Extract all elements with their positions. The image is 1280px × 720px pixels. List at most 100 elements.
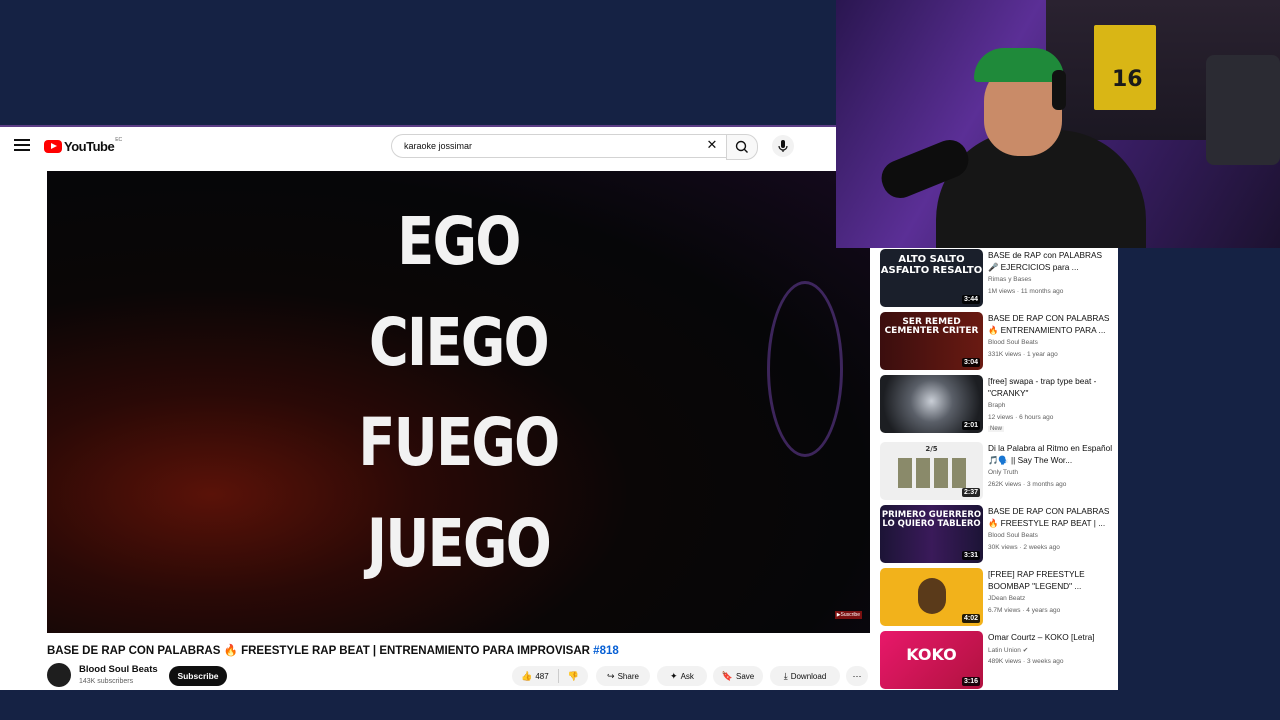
thumbnail-grid-graphic bbox=[898, 458, 966, 488]
share-label: Share bbox=[617, 671, 639, 681]
recommendation-meta: 1M views · 11 months ago bbox=[988, 288, 1064, 295]
search-box[interactable] bbox=[391, 134, 726, 158]
logo-text: YouTube bbox=[64, 138, 115, 154]
ask-label: Ask bbox=[680, 671, 694, 681]
video-thumbnail[interactable]: 2/5 2:37 bbox=[880, 442, 983, 500]
recommendation-item[interactable]: ALTO SALTO ASFALTO RESALTO 3:44 BASE de … bbox=[880, 249, 1116, 307]
thumbs-up-icon[interactable]: 👍 bbox=[521, 671, 532, 682]
youtube-logo[interactable]: YouTube EC bbox=[44, 137, 123, 154]
recommendation-item[interactable]: SER REMED CEMENTER CRITER 3:04 BASE DE R… bbox=[880, 312, 1116, 370]
recommendation-meta: 331K views · 1 year ago bbox=[988, 351, 1058, 358]
masthead: YouTube EC ✕ bbox=[0, 127, 836, 165]
video-thumbnail[interactable]: 2:01 bbox=[880, 375, 983, 433]
recommendation-item[interactable]: 4:02 [FREE] RAP FREESTYLE BOOMBAP "LEGEN… bbox=[880, 568, 1116, 626]
bookmark-icon: 🔖 bbox=[721, 670, 733, 681]
video-thumbnail[interactable]: PRIMERO GUERRERO LO QUIERO TABLERO 3:31 bbox=[880, 505, 983, 563]
subscribe-button[interactable]: Subscribe bbox=[169, 666, 227, 686]
recommendation-meta: 262K views · 3 months ago bbox=[988, 481, 1067, 488]
sparkle-icon: ✦ bbox=[670, 670, 678, 681]
video-thumbnail[interactable]: SER REMED CEMENTER CRITER 3:04 bbox=[880, 312, 983, 370]
video-player[interactable]: EGO CIEGO FUEGO JUEGO ▶Suscribe bbox=[47, 171, 870, 633]
jersey-graphic: 16 bbox=[1094, 25, 1156, 110]
share-button[interactable]: ↪ Share bbox=[596, 666, 650, 686]
search-input[interactable] bbox=[402, 140, 696, 152]
thumbnail-text: KOKO bbox=[906, 645, 957, 664]
recommendation-item[interactable]: KOKO 3:16 Omar Courtz – KOKO [Letra] Lat… bbox=[880, 631, 1116, 689]
video-thumbnail[interactable]: 4:02 bbox=[880, 568, 983, 626]
share-icon: ↪ bbox=[607, 670, 615, 681]
duration-badge: 2:01 bbox=[961, 421, 980, 430]
recommendation-channel[interactable]: JDean Beatz bbox=[988, 595, 1025, 602]
channel-avatar[interactable] bbox=[47, 663, 71, 687]
recommendation-title[interactable]: [free] swapa - trap type beat - "CRANKY" bbox=[988, 375, 1114, 399]
duration-badge: 4:02 bbox=[961, 614, 980, 623]
recommendation-channel[interactable]: Braph bbox=[988, 402, 1005, 409]
recommendation-meta: 6.7M views · 4 years ago bbox=[988, 607, 1061, 614]
search-icon bbox=[735, 140, 748, 153]
recommendation-title[interactable]: Di la Palabra al Ritmo en Español 🎵🗣️ ||… bbox=[988, 442, 1114, 466]
more-horizontal-icon: ⋯ bbox=[852, 670, 862, 681]
recommendation-title[interactable]: BASE DE RAP CON PALABRAS 🔥 FREESTYLE RAP… bbox=[988, 505, 1114, 529]
save-button[interactable]: 🔖 Save bbox=[713, 666, 763, 686]
duration-badge: 2:37 bbox=[961, 488, 980, 497]
recommendation-title[interactable]: Omar Courtz – KOKO [Letra] bbox=[988, 631, 1114, 643]
recommendation-item[interactable]: 2:01 [free] swapa - trap type beat - "CR… bbox=[880, 375, 1116, 433]
like-dislike-group: 👍 487 👎 bbox=[512, 666, 588, 686]
video-title: BASE DE RAP CON PALABRAS 🔥 FREESTYLE RAP… bbox=[47, 643, 619, 657]
like-count[interactable]: 487 bbox=[535, 672, 548, 681]
download-button[interactable]: ⤓ Download bbox=[770, 666, 840, 686]
duration-badge: 3:04 bbox=[961, 358, 980, 367]
voice-search-button[interactable] bbox=[772, 135, 794, 157]
more-actions-button[interactable]: ⋯ bbox=[846, 666, 868, 686]
subscriber-count: 143K subscribers bbox=[79, 678, 134, 685]
youtube-play-icon bbox=[44, 139, 62, 153]
background-equipment bbox=[1206, 55, 1280, 165]
menu-icon[interactable] bbox=[14, 139, 30, 153]
recommendation-item[interactable]: 2/5 2:37 Di la Palabra al Ritmo en Españ… bbox=[880, 442, 1116, 500]
recommendation-title[interactable]: [FREE] RAP FREESTYLE BOOMBAP "LEGEND" ..… bbox=[988, 568, 1114, 592]
recommendation-channel[interactable]: Blood Soul Beats bbox=[988, 532, 1038, 539]
headset-graphic bbox=[1052, 70, 1066, 110]
country-code: EC bbox=[115, 137, 123, 143]
divider bbox=[557, 669, 559, 683]
green-cap bbox=[974, 48, 1064, 82]
channel-name[interactable]: Blood Soul Beats bbox=[79, 664, 158, 675]
overlay-word: EGO bbox=[397, 203, 521, 280]
thumbnail-text: ALTO SALTO ASFALTO RESALTO bbox=[880, 254, 983, 276]
recommendation-meta: 30K views · 2 weeks ago bbox=[988, 544, 1060, 551]
recommendation-channel[interactable]: Latin Union ✔ bbox=[988, 646, 1028, 654]
hashtag-link[interactable]: #818 bbox=[593, 645, 619, 657]
thumbnail-text: 2/5 bbox=[925, 445, 938, 453]
recommendation-title[interactable]: BASE DE RAP CON PALABRAS 🔥 ENTRENAMIENTO… bbox=[988, 312, 1114, 336]
search-button[interactable] bbox=[726, 134, 758, 160]
overlay-word: JUEGO bbox=[366, 505, 552, 582]
microphone-icon bbox=[778, 140, 788, 152]
download-icon: ⤓ bbox=[783, 670, 788, 681]
recommendation-channel[interactable]: Only Truth bbox=[988, 469, 1018, 476]
recommendation-channel[interactable]: Rimas y Bases bbox=[988, 276, 1031, 283]
ask-button[interactable]: ✦ Ask bbox=[657, 666, 707, 686]
webcam-overlay: 16 bbox=[836, 0, 1280, 248]
duration-badge: 3:31 bbox=[961, 551, 980, 560]
clear-search-icon[interactable]: ✕ bbox=[706, 138, 718, 151]
recommendation-meta: 489K views · 3 weeks ago bbox=[988, 658, 1064, 665]
thumbs-down-icon[interactable]: 👎 bbox=[568, 671, 579, 682]
download-label: Download bbox=[790, 671, 827, 681]
recommendation-meta: 12 views · 6 hours ago bbox=[988, 414, 1054, 421]
overlay-word: FUEGO bbox=[358, 404, 560, 481]
recommendation-title[interactable]: BASE de RAP con PALABRAS 🎤 EJERCICIOS pa… bbox=[988, 249, 1114, 273]
new-badge: New bbox=[988, 426, 1005, 432]
dog-graphic bbox=[918, 578, 946, 614]
duration-badge: 3:44 bbox=[961, 295, 980, 304]
video-title-text: BASE DE RAP CON PALABRAS 🔥 FREESTYLE RAP… bbox=[47, 645, 590, 657]
video-thumbnail[interactable]: ALTO SALTO ASFALTO RESALTO 3:44 bbox=[880, 249, 983, 307]
recommendation-item[interactable]: PRIMERO GUERRERO LO QUIERO TABLERO 3:31 … bbox=[880, 505, 1116, 563]
overlay-word: CIEGO bbox=[368, 304, 550, 381]
duration-badge: 3:16 bbox=[961, 677, 980, 686]
recommendation-channel[interactable]: Blood Soul Beats bbox=[988, 339, 1038, 346]
video-thumbnail[interactable]: KOKO 3:16 bbox=[880, 631, 983, 689]
thumbnail-text: SER REMED CEMENTER CRITER bbox=[884, 317, 979, 337]
thumbnail-text: PRIMERO GUERRERO LO QUIERO TABLERO bbox=[881, 510, 982, 529]
subscribe-watermark[interactable]: ▶Suscribe bbox=[834, 611, 862, 619]
save-label: Save bbox=[735, 671, 755, 681]
